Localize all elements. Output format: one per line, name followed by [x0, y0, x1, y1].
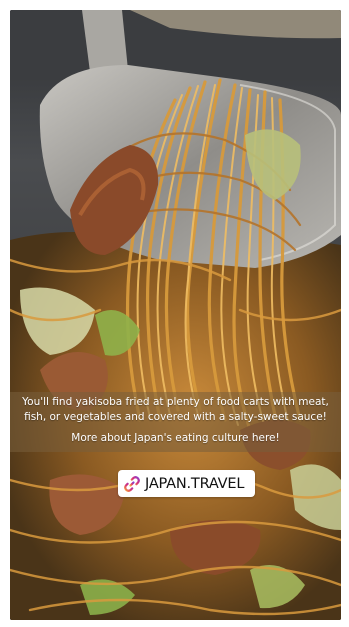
link-sticker-label: JAPAN.TRAVEL	[145, 475, 245, 492]
caption-line-1: You'll find yakisoba fried at plenty of …	[22, 396, 329, 408]
link-icon	[124, 475, 140, 492]
caption-line-2: fish, or vegetables and covered with a s…	[24, 411, 327, 423]
story-frame	[10, 10, 341, 620]
link-sticker[interactable]: JAPAN.TRAVEL	[118, 470, 255, 497]
yakisoba-noodles-photo	[10, 10, 341, 620]
caption-line-3: More about Japan's eating culture here!	[71, 432, 280, 444]
